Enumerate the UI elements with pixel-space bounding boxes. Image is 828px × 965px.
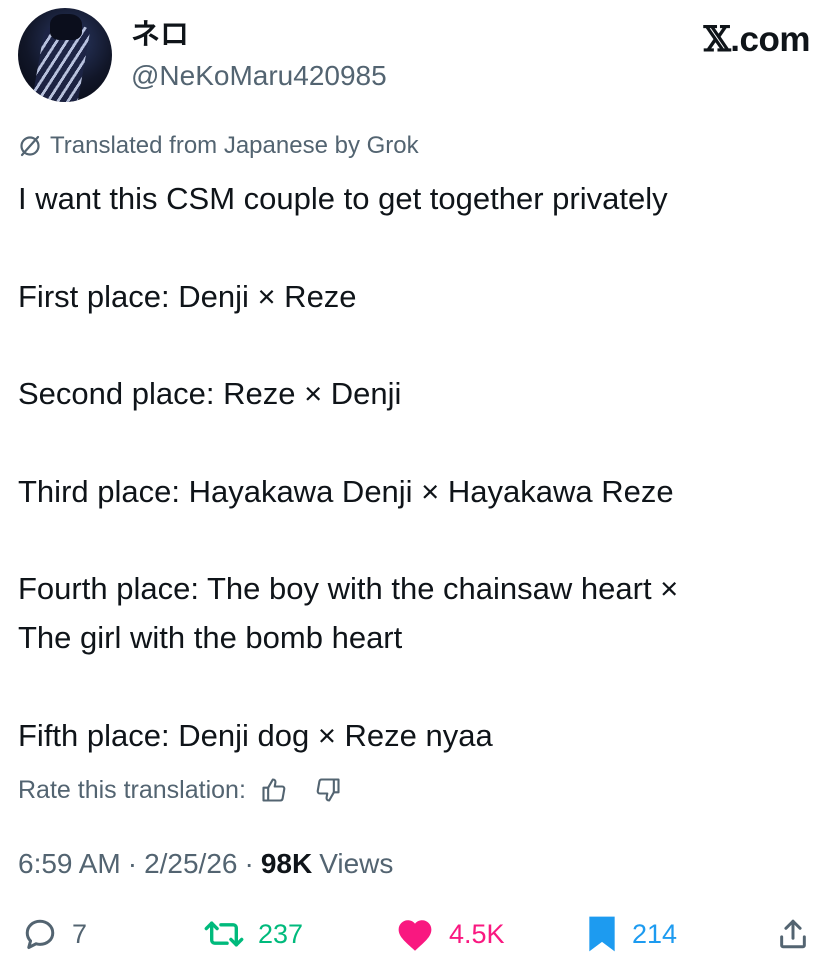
repost-button[interactable]: 237 [204,912,303,956]
translation-notice-text: Translated from Japanese by Grok [50,132,419,159]
bookmark-count: 214 [632,918,678,949]
rate-translation: Rate this translation: [18,770,342,810]
thumbs-up-icon [262,778,286,802]
share-button[interactable] [776,912,824,956]
tweet-header: ネロ @NeKoMaru420985 𝕏.com [18,8,810,108]
repost-count: 237 [258,918,304,949]
display-name[interactable]: ネロ [131,18,189,52]
rate-translation-label: Rate this translation: [18,775,246,804]
action-bar: 7 237 4.5K 214 [18,912,810,956]
bookmark-icon [589,916,615,952]
repost-icon [204,921,244,947]
tweet-line: The girl with the bomb heart [18,620,403,656]
translation-notice: Translated from Japanese by Grok [18,130,419,162]
avatar[interactable] [18,8,112,102]
x-logo-suffix: .com [730,20,810,59]
tweet-date[interactable]: 2/25/26 [144,848,237,880]
meta-separator: · [127,848,138,879]
tweet-meta: 6:59 AM · 2/25/26 · 98K Views [18,845,393,883]
user-handle[interactable]: @NeKoMaru420985 [131,59,387,93]
tweet-line: Third place: Hayakawa Denji × Hayakawa R… [18,473,674,509]
thumbs-up-button[interactable] [260,776,288,804]
thumbs-down-icon [316,778,340,802]
tweet-line: Fourth place: The boy with the chainsaw … [18,571,679,607]
tweet-line: First place: Denji × Reze [18,278,357,314]
translate-icon [20,135,40,157]
views-count: 98K [260,848,313,879]
reply-count: 7 [72,918,88,949]
tweet-line: Fifth place: Denji dog × Reze nyaa [18,717,493,753]
meta-separator: · [244,848,254,879]
x-logo-icon: 𝕏 [703,19,731,60]
views-label: Views [319,848,394,879]
share-icon [780,919,806,949]
avatar-head [50,14,82,40]
heart-icon [398,920,432,951]
like-count: 4.5K [449,918,505,949]
thumbs-down-button[interactable] [314,776,342,804]
reply-button[interactable]: 7 [22,912,87,956]
tweet-time[interactable]: 6:59 AM [18,848,121,880]
tweet-text: I want this CSM couple to get together p… [18,175,810,761]
tweet-line: Second place: Reze × Denji [18,376,402,412]
bookmark-button[interactable]: 214 [586,912,677,956]
reply-icon [25,919,55,949]
tweet-line: I want this CSM couple to get together p… [18,181,668,216]
like-button[interactable]: 4.5K [395,912,505,956]
x-com-logo: 𝕏.com [703,19,811,60]
